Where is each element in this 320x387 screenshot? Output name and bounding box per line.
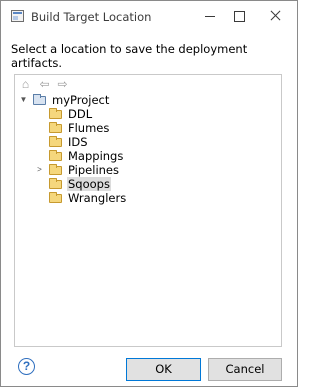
chevron-right-icon[interactable]: > <box>35 163 44 177</box>
tree-item-label: myProject <box>52 93 110 107</box>
tree-item-sqoops[interactable]: Sqoops <box>15 177 281 191</box>
folder-icon <box>49 122 62 133</box>
folder-icon <box>49 192 62 203</box>
tree-item-ddl[interactable]: DDL <box>15 107 281 121</box>
maximize-button[interactable] <box>226 5 252 27</box>
folder-icon <box>49 150 62 161</box>
folder-icon <box>49 136 62 147</box>
folder-icon <box>49 178 62 189</box>
close-button[interactable] <box>263 5 289 27</box>
tree-item-label: Sqoops <box>67 177 111 191</box>
tree-item-ids[interactable]: IDS <box>15 135 281 149</box>
chevron-down-icon[interactable]: ▼ <box>19 93 28 107</box>
minimize-button[interactable] <box>197 5 223 27</box>
cancel-button[interactable]: Cancel <box>208 358 282 381</box>
folder-icon <box>49 164 62 175</box>
dialog-window-icon <box>11 10 24 22</box>
tree-item-flumes[interactable]: Flumes <box>15 121 281 135</box>
tree-item-label: Flumes <box>68 121 110 135</box>
tree-item-label: Mappings <box>68 149 124 163</box>
tree-item-label: Pipelines <box>68 163 119 177</box>
back-arrow-icon[interactable]: ⇦ <box>38 78 51 91</box>
help-icon[interactable]: ? <box>18 358 35 375</box>
forward-arrow-icon[interactable]: ⇨ <box>56 78 69 91</box>
build-target-location-dialog: Build Target Location Select a location … <box>0 0 298 387</box>
title-bar[interactable]: Build Target Location <box>1 1 297 31</box>
folder-tree-panel[interactable]: ⌂ ⇦ ⇨ ▼ myProject DDL Flumes IDS Mapping… <box>14 74 282 347</box>
instruction-text: Select a location to save the deployment… <box>11 42 248 70</box>
tree-item-pipelines[interactable]: > Pipelines <box>15 163 281 177</box>
tree-item-label: DDL <box>68 107 93 121</box>
tree-item-myproject[interactable]: ▼ myProject <box>15 93 281 107</box>
home-icon[interactable]: ⌂ <box>19 78 32 91</box>
tree-item-wranglers[interactable]: Wranglers <box>15 191 281 205</box>
tree-item-mappings[interactable]: Mappings <box>15 149 281 163</box>
folder-icon <box>49 108 62 119</box>
tree-item-label: IDS <box>68 135 88 149</box>
ok-button[interactable]: OK <box>126 358 201 381</box>
tree-item-label: Wranglers <box>68 191 127 205</box>
project-icon <box>33 94 46 105</box>
window-title: Build Target Location <box>31 10 152 24</box>
tree-toolbar: ⌂ ⇦ ⇨ <box>18 78 78 92</box>
